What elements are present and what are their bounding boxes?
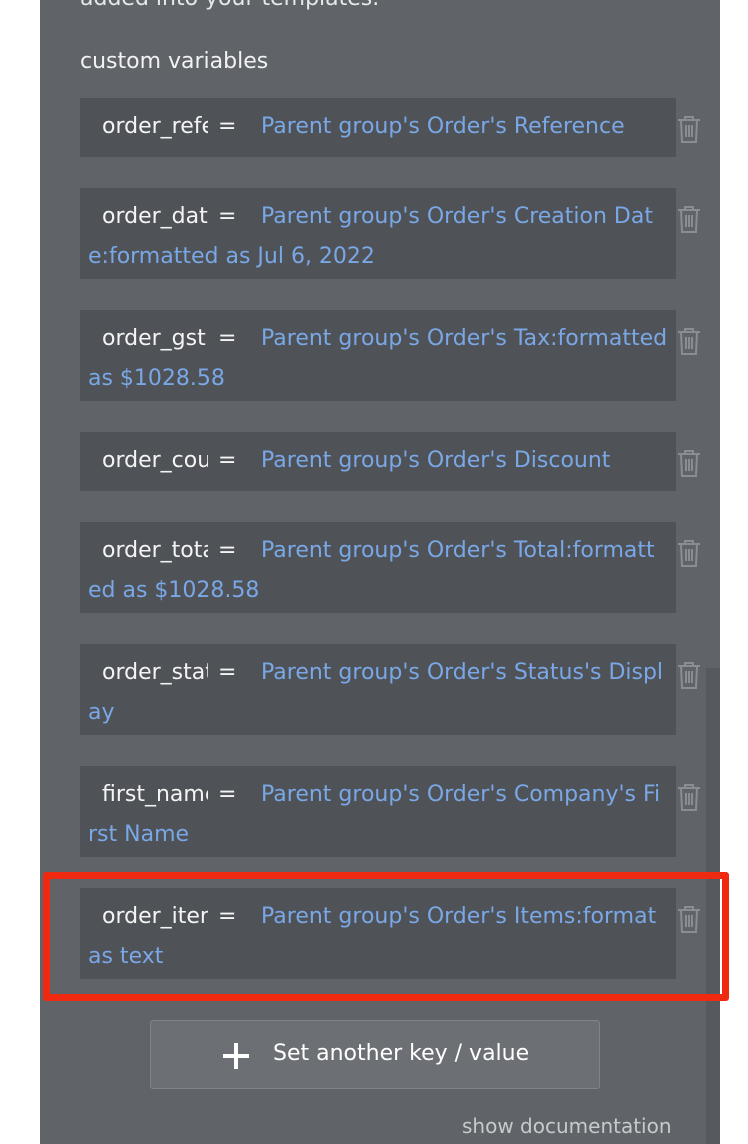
custom-variables-label: custom variables [80, 49, 269, 74]
plus-icon [223, 1043, 249, 1069]
custom-variable-row[interactable]: first_name = Parent group's Order's Comp… [80, 766, 676, 857]
variable-value-expression[interactable]: Parent group's Order's Total:formatted a… [80, 522, 676, 621]
highlight-annotation-box [43, 872, 729, 1001]
equals-sign: = [218, 448, 237, 473]
custom-variable-row[interactable]: order_total = Parent group's Order's Tot… [80, 522, 676, 613]
trash-icon[interactable] [676, 660, 702, 690]
trash-icon[interactable] [676, 326, 702, 356]
variable-value-expression[interactable]: Parent group's Order's Company's First N… [80, 766, 676, 865]
variable-key-input[interactable]: order_coupon [102, 448, 208, 473]
variable-key-input[interactable]: order_reference [102, 114, 208, 139]
custom-variable-row[interactable]: order_status = Parent group's Order's St… [80, 644, 676, 735]
panel-description: added into your templates. [80, 0, 379, 11]
trash-icon[interactable] [676, 448, 702, 478]
variable-value-expression[interactable]: Parent group's Order's Tax:formatted as … [80, 310, 676, 409]
equals-sign: = [218, 326, 237, 351]
variable-key-input[interactable]: order_date [102, 204, 208, 229]
set-another-key-value-button[interactable]: Set another key / value [150, 1020, 600, 1089]
show-documentation-link[interactable]: show documentation [462, 1114, 672, 1138]
custom-variable-row[interactable]: order_reference = Parent group's Order's… [80, 98, 676, 157]
equals-sign: = [218, 782, 237, 807]
variable-value-expression[interactable]: Parent group's Order's Status's Display [80, 644, 676, 743]
variable-key-input[interactable]: order_total [102, 538, 208, 563]
add-button-label: Set another key / value [273, 1041, 530, 1066]
trash-icon[interactable] [676, 782, 702, 812]
equals-sign: = [218, 538, 237, 563]
equals-sign: = [218, 114, 237, 139]
trash-icon[interactable] [676, 538, 702, 568]
variable-key-input[interactable]: order_status [102, 660, 208, 685]
variable-value-expression[interactable]: Parent group's Order's Creation Date:for… [80, 188, 676, 287]
equals-sign: = [218, 204, 237, 229]
variable-key-input[interactable]: order_gst [102, 326, 208, 351]
custom-variable-row[interactable]: order_coupon = Parent group's Order's Di… [80, 432, 676, 491]
variable-key-input[interactable]: first_name [102, 782, 208, 807]
trash-icon[interactable] [676, 114, 702, 144]
equals-sign: = [218, 660, 237, 685]
custom-variable-row[interactable]: order_date = Parent group's Order's Crea… [80, 188, 676, 279]
trash-icon[interactable] [676, 204, 702, 234]
custom-variable-row[interactable]: order_gst = Parent group's Order's Tax:f… [80, 310, 676, 401]
